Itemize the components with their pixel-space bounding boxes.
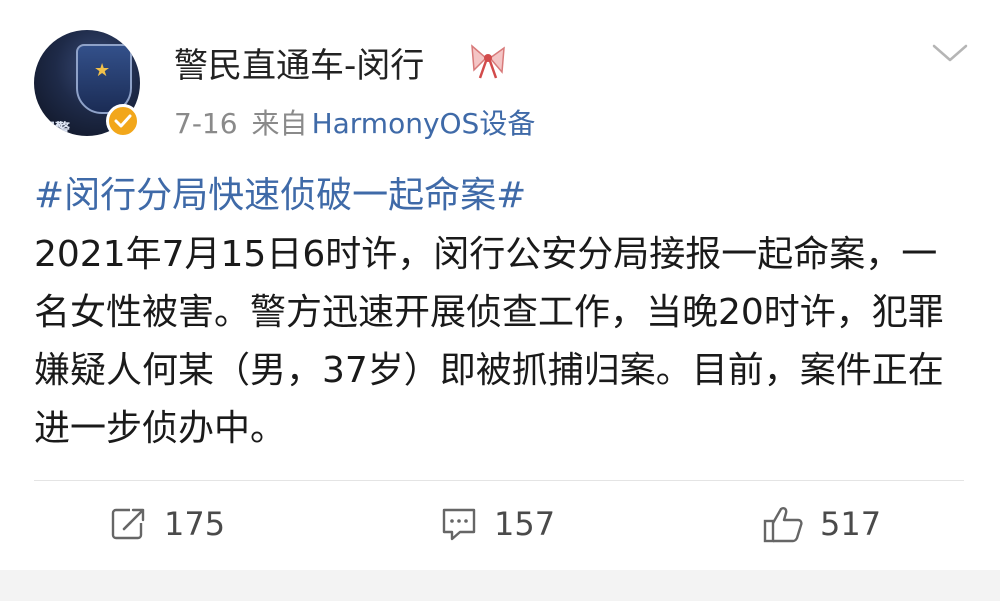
hashtag-link[interactable]: #闵行分局快速侦破一起命案#: [34, 166, 526, 218]
comment-count: 157: [494, 505, 556, 543]
repost-count: 175: [164, 505, 226, 543]
divider: [34, 480, 964, 481]
repost-button[interactable]: 175: [110, 502, 225, 546]
post-meta: 7-16 来自 HarmonyOS设备: [174, 102, 535, 142]
feed-separator: [0, 570, 1000, 601]
comment-icon: [442, 508, 476, 541]
post-date: 7-16: [174, 107, 238, 140]
repost-icon: [111, 505, 148, 540]
like-count: 517: [820, 505, 882, 543]
post-body: 2021年7月15日6时许，闵行公安分局接报一起命案，一名女性被害。警方迅速开展…: [34, 234, 944, 449]
verified-badge-icon: [106, 104, 140, 138]
thumbs-up-icon: [763, 507, 803, 543]
weibo-post-card: ★ 闵警 警民直通车-闵行 7-16 来自 HarmonyOS设备 #闵行分局快速侦…: [0, 0, 1000, 570]
star-icon: ★: [94, 60, 111, 81]
source-label: 来自: [251, 107, 308, 140]
like-button[interactable]: 517: [762, 502, 881, 546]
comment-button[interactable]: 157: [440, 502, 555, 546]
username[interactable]: 警民直通车-闵行: [174, 38, 424, 87]
avatar-text: 闵警: [40, 120, 71, 136]
ribbon-icon: [466, 42, 510, 80]
chevron-down-icon[interactable]: [930, 40, 970, 66]
device-link[interactable]: HarmonyOS设备: [312, 107, 536, 140]
